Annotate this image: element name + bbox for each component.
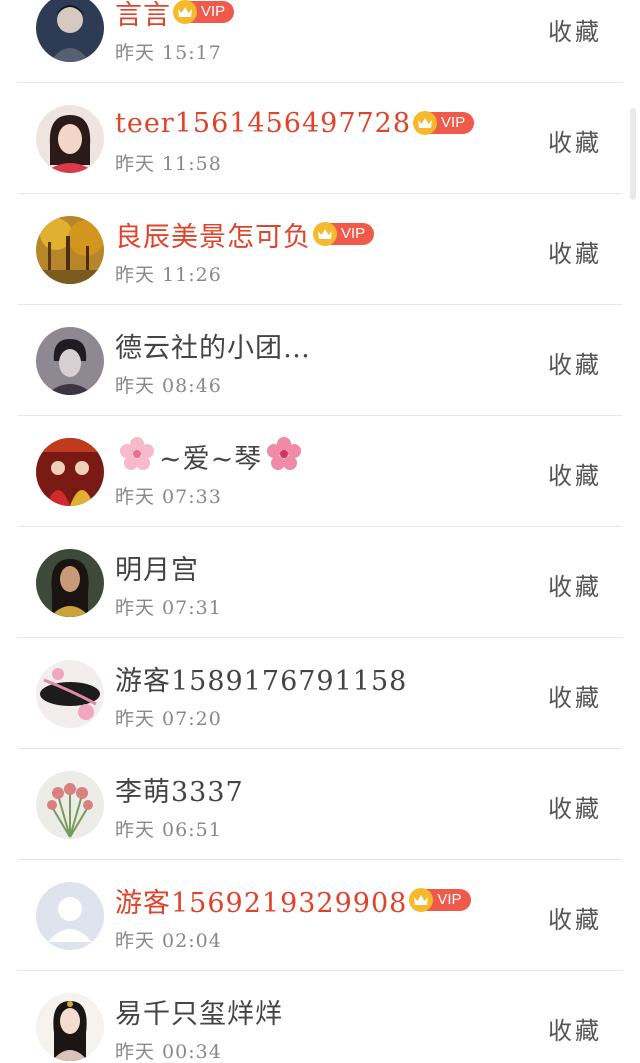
user-name[interactable]: 易千只玺烊烊 <box>115 992 283 1031</box>
list-item[interactable]: 易千只玺烊烊 昨天 00:34 收藏 <box>0 971 640 1063</box>
vip-badge: VIP <box>409 888 471 912</box>
crown-icon <box>413 111 438 135</box>
visit-time: 昨天 11:58 <box>115 153 222 175</box>
user-name[interactable]: 言言 <box>115 0 171 32</box>
avatar[interactable] <box>36 105 104 173</box>
avatar[interactable] <box>36 216 104 284</box>
visit-time: 昨天 07:20 <box>115 708 222 730</box>
favorite-button[interactable]: 收藏 <box>548 567 602 602</box>
avatar[interactable] <box>36 660 104 728</box>
avatar[interactable] <box>36 882 104 950</box>
favorite-button[interactable]: 收藏 <box>548 789 602 824</box>
list-item[interactable]: 游客1569219329908 VIP 昨天 02:04 收藏 <box>0 860 640 971</box>
vip-badge: VIP <box>313 222 375 246</box>
favorite-button[interactable]: 收藏 <box>548 123 602 158</box>
favorite-button[interactable]: 收藏 <box>548 1011 602 1046</box>
vip-badge: VIP <box>173 0 235 24</box>
avatar[interactable] <box>36 0 104 62</box>
user-name[interactable]: 李萌3337 <box>115 770 244 809</box>
visit-time: 昨天 08:46 <box>115 375 222 397</box>
visit-time: 昨天 07:33 <box>115 486 222 508</box>
favorite-button[interactable]: 收藏 <box>548 345 602 380</box>
visit-time: 昨天 15:17 <box>115 42 222 64</box>
visit-time: 昨天 00:34 <box>115 1041 222 1063</box>
list-item[interactable]: 良辰美景怎可负 VIP 昨天 11:26 收藏 <box>0 194 640 305</box>
crown-icon <box>313 222 337 246</box>
avatar[interactable] <box>36 771 104 839</box>
list-item[interactable]: 言言 VIP 昨天 15:17 收藏 <box>0 0 640 83</box>
visit-time: 昨天 06:51 <box>115 819 222 841</box>
favorite-button[interactable]: 收藏 <box>548 900 602 935</box>
list-item[interactable]: 李萌3337 昨天 06:51 收藏 <box>0 749 640 860</box>
user-name[interactable]: 游客1589176791158 <box>115 659 407 698</box>
avatar[interactable] <box>36 438 104 506</box>
avatar[interactable] <box>36 549 104 617</box>
visit-time: 昨天 07:31 <box>115 597 222 619</box>
user-name[interactable]: 德云社的小团… <box>115 326 311 365</box>
avatar[interactable] <box>36 327 104 395</box>
visit-time: 昨天 02:04 <box>115 930 222 952</box>
list-item[interactable]: 游客1589176791158 昨天 07:20 收藏 <box>0 638 640 749</box>
list-item[interactable]: ~爱~琴 昨天 07:33 收藏 <box>0 416 640 527</box>
cherry-blossom-icon <box>266 436 302 476</box>
user-name[interactable]: ~爱~琴 <box>159 437 262 476</box>
cherry-blossom-icon <box>119 436 155 476</box>
favorite-button[interactable]: 收藏 <box>548 678 602 713</box>
list-item[interactable]: teer1561456497728 VIP 昨天 11:58 收藏 <box>0 83 640 194</box>
favorites-visitor-list: 言言 VIP 昨天 15:17 收藏 teer1561456497728 VIP… <box>0 0 640 1063</box>
avatar[interactable] <box>36 993 104 1061</box>
favorite-button[interactable]: 收藏 <box>548 234 602 269</box>
user-name[interactable]: 明月宫 <box>115 548 199 587</box>
list-item[interactable]: 德云社的小团… 昨天 08:46 收藏 <box>0 305 640 416</box>
vip-badge: VIP <box>413 111 475 135</box>
visit-time: 昨天 11:26 <box>115 264 222 286</box>
user-name[interactable]: 良辰美景怎可负 <box>115 215 311 254</box>
crown-icon <box>173 0 197 24</box>
user-name[interactable]: teer1561456497728 <box>115 108 411 139</box>
list-item[interactable]: 明月宫 昨天 07:31 收藏 <box>0 527 640 638</box>
favorite-button[interactable]: 收藏 <box>548 456 602 491</box>
favorite-button[interactable]: 收藏 <box>548 12 602 47</box>
user-name[interactable]: 游客1569219329908 <box>115 881 407 920</box>
